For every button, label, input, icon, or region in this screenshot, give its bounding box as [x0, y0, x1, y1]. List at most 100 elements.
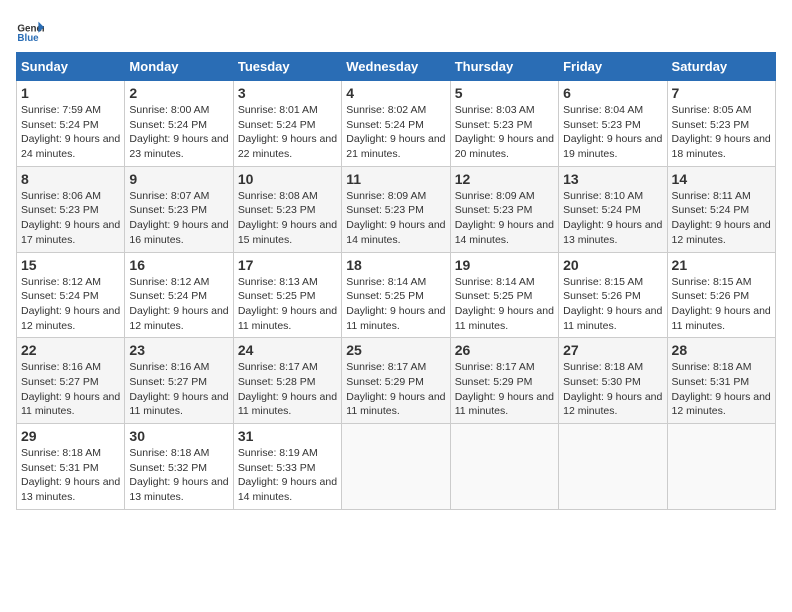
cell-info: Sunrise: 7:59 AMSunset: 5:24 PMDaylight:…	[21, 103, 120, 162]
calendar-cell: 3 Sunrise: 8:01 AMSunset: 5:24 PMDayligh…	[233, 81, 341, 167]
day-number: 22	[21, 342, 120, 358]
day-number: 7	[672, 85, 771, 101]
cell-info: Sunrise: 8:19 AMSunset: 5:33 PMDaylight:…	[238, 446, 337, 505]
calendar-cell: 5 Sunrise: 8:03 AMSunset: 5:23 PMDayligh…	[450, 81, 558, 167]
cell-info: Sunrise: 8:16 AMSunset: 5:27 PMDaylight:…	[129, 360, 228, 419]
calendar-cell: 20 Sunrise: 8:15 AMSunset: 5:26 PMDaylig…	[559, 252, 667, 338]
day-number: 25	[346, 342, 445, 358]
calendar-cell: 25 Sunrise: 8:17 AMSunset: 5:29 PMDaylig…	[342, 338, 450, 424]
day-number: 2	[129, 85, 228, 101]
day-header-friday: Friday	[559, 53, 667, 81]
calendar-cell: 4 Sunrise: 8:02 AMSunset: 5:24 PMDayligh…	[342, 81, 450, 167]
cell-info: Sunrise: 8:18 AMSunset: 5:32 PMDaylight:…	[129, 446, 228, 505]
calendar-cell: 11 Sunrise: 8:09 AMSunset: 5:23 PMDaylig…	[342, 166, 450, 252]
day-number: 12	[455, 171, 554, 187]
cell-info: Sunrise: 8:17 AMSunset: 5:29 PMDaylight:…	[455, 360, 554, 419]
day-number: 4	[346, 85, 445, 101]
day-number: 15	[21, 257, 120, 273]
calendar-cell: 9 Sunrise: 8:07 AMSunset: 5:23 PMDayligh…	[125, 166, 233, 252]
day-number: 21	[672, 257, 771, 273]
cell-info: Sunrise: 8:11 AMSunset: 5:24 PMDaylight:…	[672, 189, 771, 248]
header: General Blue	[16, 16, 776, 44]
cell-info: Sunrise: 8:13 AMSunset: 5:25 PMDaylight:…	[238, 275, 337, 334]
cell-info: Sunrise: 8:01 AMSunset: 5:24 PMDaylight:…	[238, 103, 337, 162]
cell-info: Sunrise: 8:15 AMSunset: 5:26 PMDaylight:…	[563, 275, 662, 334]
day-number: 5	[455, 85, 554, 101]
day-header-sunday: Sunday	[17, 53, 125, 81]
cell-info: Sunrise: 8:15 AMSunset: 5:26 PMDaylight:…	[672, 275, 771, 334]
day-number: 31	[238, 428, 337, 444]
calendar-cell: 15 Sunrise: 8:12 AMSunset: 5:24 PMDaylig…	[17, 252, 125, 338]
cell-info: Sunrise: 8:17 AMSunset: 5:29 PMDaylight:…	[346, 360, 445, 419]
day-number: 16	[129, 257, 228, 273]
day-number: 30	[129, 428, 228, 444]
day-number: 29	[21, 428, 120, 444]
day-number: 11	[346, 171, 445, 187]
day-number: 23	[129, 342, 228, 358]
calendar-cell: 16 Sunrise: 8:12 AMSunset: 5:24 PMDaylig…	[125, 252, 233, 338]
calendar-week-row: 8 Sunrise: 8:06 AMSunset: 5:23 PMDayligh…	[17, 166, 776, 252]
calendar-cell	[559, 424, 667, 510]
calendar-week-row: 29 Sunrise: 8:18 AMSunset: 5:31 PMDaylig…	[17, 424, 776, 510]
day-number: 1	[21, 85, 120, 101]
day-number: 19	[455, 257, 554, 273]
cell-info: Sunrise: 8:12 AMSunset: 5:24 PMDaylight:…	[129, 275, 228, 334]
calendar-cell: 12 Sunrise: 8:09 AMSunset: 5:23 PMDaylig…	[450, 166, 558, 252]
calendar-cell: 28 Sunrise: 8:18 AMSunset: 5:31 PMDaylig…	[667, 338, 775, 424]
day-number: 26	[455, 342, 554, 358]
calendar-week-row: 1 Sunrise: 7:59 AMSunset: 5:24 PMDayligh…	[17, 81, 776, 167]
cell-info: Sunrise: 8:06 AMSunset: 5:23 PMDaylight:…	[21, 189, 120, 248]
day-number: 24	[238, 342, 337, 358]
calendar-week-row: 22 Sunrise: 8:16 AMSunset: 5:27 PMDaylig…	[17, 338, 776, 424]
calendar-cell	[342, 424, 450, 510]
day-number: 17	[238, 257, 337, 273]
calendar-week-row: 15 Sunrise: 8:12 AMSunset: 5:24 PMDaylig…	[17, 252, 776, 338]
calendar-cell: 19 Sunrise: 8:14 AMSunset: 5:25 PMDaylig…	[450, 252, 558, 338]
cell-info: Sunrise: 8:18 AMSunset: 5:30 PMDaylight:…	[563, 360, 662, 419]
calendar-cell: 2 Sunrise: 8:00 AMSunset: 5:24 PMDayligh…	[125, 81, 233, 167]
cell-info: Sunrise: 8:00 AMSunset: 5:24 PMDaylight:…	[129, 103, 228, 162]
calendar-cell: 31 Sunrise: 8:19 AMSunset: 5:33 PMDaylig…	[233, 424, 341, 510]
calendar-cell: 22 Sunrise: 8:16 AMSunset: 5:27 PMDaylig…	[17, 338, 125, 424]
day-header-wednesday: Wednesday	[342, 53, 450, 81]
cell-info: Sunrise: 8:04 AMSunset: 5:23 PMDaylight:…	[563, 103, 662, 162]
calendar-cell: 30 Sunrise: 8:18 AMSunset: 5:32 PMDaylig…	[125, 424, 233, 510]
calendar-cell: 18 Sunrise: 8:14 AMSunset: 5:25 PMDaylig…	[342, 252, 450, 338]
day-number: 28	[672, 342, 771, 358]
day-header-tuesday: Tuesday	[233, 53, 341, 81]
cell-info: Sunrise: 8:07 AMSunset: 5:23 PMDaylight:…	[129, 189, 228, 248]
calendar-cell	[450, 424, 558, 510]
cell-info: Sunrise: 8:12 AMSunset: 5:24 PMDaylight:…	[21, 275, 120, 334]
calendar-cell: 10 Sunrise: 8:08 AMSunset: 5:23 PMDaylig…	[233, 166, 341, 252]
cell-info: Sunrise: 8:16 AMSunset: 5:27 PMDaylight:…	[21, 360, 120, 419]
day-number: 6	[563, 85, 662, 101]
cell-info: Sunrise: 8:18 AMSunset: 5:31 PMDaylight:…	[21, 446, 120, 505]
cell-info: Sunrise: 8:14 AMSunset: 5:25 PMDaylight:…	[346, 275, 445, 334]
logo: General Blue	[16, 16, 44, 44]
cell-info: Sunrise: 8:09 AMSunset: 5:23 PMDaylight:…	[346, 189, 445, 248]
calendar-cell: 14 Sunrise: 8:11 AMSunset: 5:24 PMDaylig…	[667, 166, 775, 252]
calendar-cell: 13 Sunrise: 8:10 AMSunset: 5:24 PMDaylig…	[559, 166, 667, 252]
calendar-cell: 6 Sunrise: 8:04 AMSunset: 5:23 PMDayligh…	[559, 81, 667, 167]
cell-info: Sunrise: 8:14 AMSunset: 5:25 PMDaylight:…	[455, 275, 554, 334]
calendar-cell: 27 Sunrise: 8:18 AMSunset: 5:30 PMDaylig…	[559, 338, 667, 424]
days-header-row: SundayMondayTuesdayWednesdayThursdayFrid…	[17, 53, 776, 81]
cell-info: Sunrise: 8:02 AMSunset: 5:24 PMDaylight:…	[346, 103, 445, 162]
day-number: 20	[563, 257, 662, 273]
cell-info: Sunrise: 8:03 AMSunset: 5:23 PMDaylight:…	[455, 103, 554, 162]
day-number: 8	[21, 171, 120, 187]
calendar-cell: 7 Sunrise: 8:05 AMSunset: 5:23 PMDayligh…	[667, 81, 775, 167]
cell-info: Sunrise: 8:17 AMSunset: 5:28 PMDaylight:…	[238, 360, 337, 419]
day-header-saturday: Saturday	[667, 53, 775, 81]
calendar-table: SundayMondayTuesdayWednesdayThursdayFrid…	[16, 52, 776, 510]
day-number: 14	[672, 171, 771, 187]
calendar-cell: 23 Sunrise: 8:16 AMSunset: 5:27 PMDaylig…	[125, 338, 233, 424]
cell-info: Sunrise: 8:05 AMSunset: 5:23 PMDaylight:…	[672, 103, 771, 162]
calendar-cell: 17 Sunrise: 8:13 AMSunset: 5:25 PMDaylig…	[233, 252, 341, 338]
day-number: 27	[563, 342, 662, 358]
day-number: 10	[238, 171, 337, 187]
day-header-monday: Monday	[125, 53, 233, 81]
cell-info: Sunrise: 8:08 AMSunset: 5:23 PMDaylight:…	[238, 189, 337, 248]
day-number: 13	[563, 171, 662, 187]
calendar-cell: 24 Sunrise: 8:17 AMSunset: 5:28 PMDaylig…	[233, 338, 341, 424]
